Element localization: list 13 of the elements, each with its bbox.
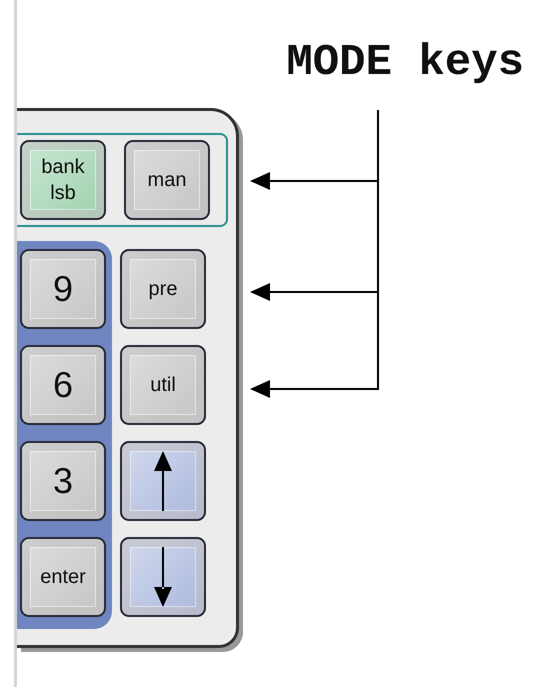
key-button[interactable]: 9 bbox=[20, 249, 106, 329]
key-button[interactable]: enter bbox=[20, 537, 106, 617]
key-button[interactable]: util bbox=[120, 345, 206, 425]
key-button[interactable]: 6 bbox=[20, 345, 106, 425]
callout-label: MODE keys bbox=[286, 38, 524, 88]
key-button[interactable]: bank lsb bbox=[20, 140, 106, 220]
key-button[interactable]: pre bbox=[120, 249, 206, 329]
up-key[interactable] bbox=[120, 441, 206, 521]
down-key[interactable] bbox=[120, 537, 206, 617]
up-arrow-icon bbox=[154, 451, 172, 511]
key-button[interactable]: man bbox=[124, 140, 210, 220]
down-arrow-icon bbox=[154, 547, 172, 607]
key-button[interactable]: 3 bbox=[20, 441, 106, 521]
